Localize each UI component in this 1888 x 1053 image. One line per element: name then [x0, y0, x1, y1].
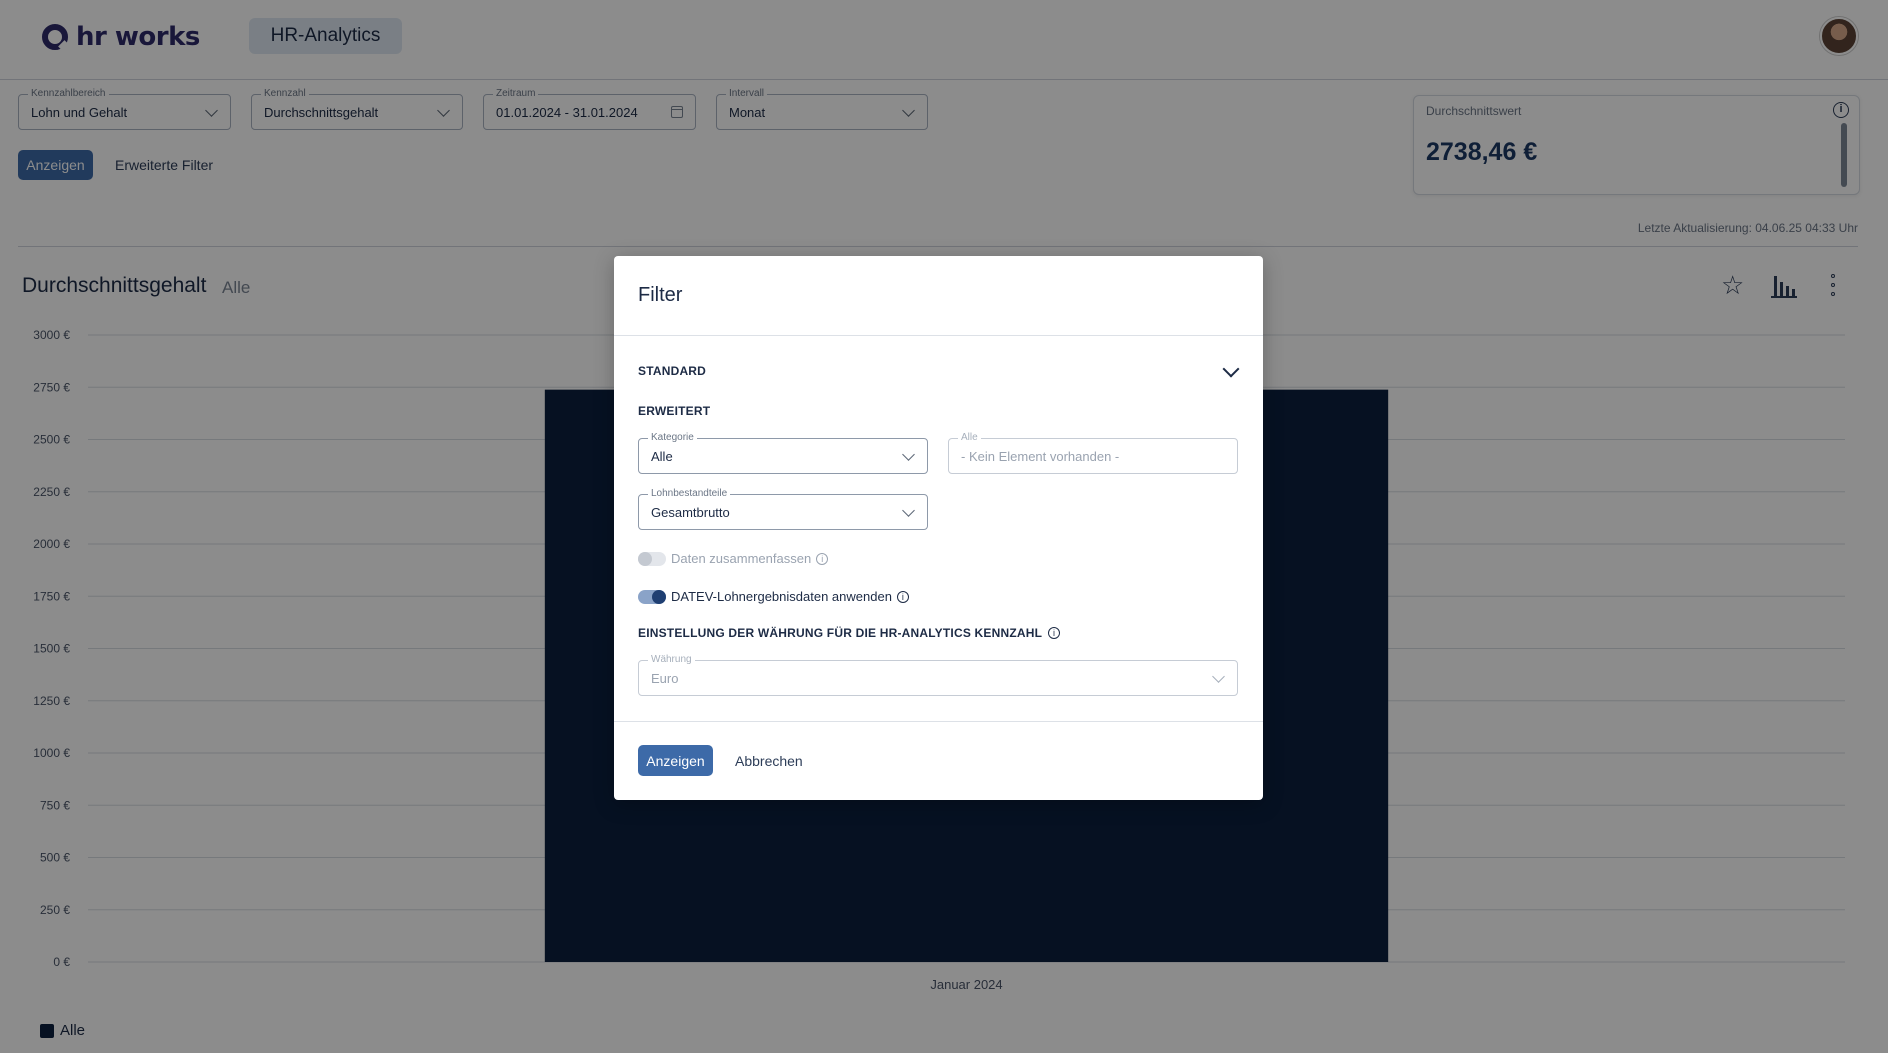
- lohnbestandteile-value: Gesamtbrutto: [651, 505, 730, 520]
- kategorie-value: Alle: [651, 449, 673, 464]
- modal-submit-button[interactable]: Anzeigen: [638, 745, 713, 776]
- kategorie-label: Kategorie: [648, 432, 697, 444]
- extended-section-heading: ERWEITERT: [638, 404, 711, 418]
- zusammenfassen-toggle[interactable]: [638, 552, 666, 566]
- info-icon[interactable]: i: [896, 590, 909, 603]
- currency-heading-row: EINSTELLUNG DER WÄHRUNG FÜR DIE HR-ANALY…: [638, 626, 1061, 640]
- zusammenfassen-label-row: Daten zusammenfassen i: [671, 551, 829, 566]
- info-icon[interactable]: i: [816, 552, 829, 565]
- alle-label: Alle: [958, 432, 981, 444]
- datev-label-row: DATEV-Lohnergebnisdaten anwenden i: [671, 589, 909, 604]
- datev-toggle[interactable]: [638, 590, 666, 604]
- alle-placeholder: - Kein Element vorhanden -: [961, 449, 1120, 464]
- lohnbestandteile-select[interactable]: Lohnbestandteile Gesamtbrutto: [638, 488, 928, 530]
- waehrung-value: Euro: [651, 671, 679, 686]
- chevron-down-icon[interactable]: [1222, 360, 1240, 378]
- zusammenfassen-label: Daten zusammenfassen: [671, 551, 812, 566]
- standard-section-toggle[interactable]: STANDARD: [638, 364, 706, 378]
- chevron-down-icon: [902, 448, 915, 461]
- modal-cancel-button[interactable]: Abbrechen: [735, 753, 803, 769]
- lohnbestandteile-label: Lohnbestandteile: [648, 488, 731, 500]
- chevron-down-icon: [902, 504, 915, 517]
- chevron-down-icon: [1212, 670, 1225, 683]
- modal-divider: [614, 335, 1263, 336]
- filter-modal: Filter STANDARD ERWEITERT Kategorie Alle…: [614, 256, 1263, 800]
- alle-select[interactable]: Alle - Kein Element vorhanden -: [948, 432, 1238, 474]
- modal-title: Filter: [638, 284, 683, 306]
- waehrung-select[interactable]: Währung Euro: [638, 654, 1238, 696]
- kategorie-select[interactable]: Kategorie Alle: [638, 432, 928, 474]
- currency-heading: EINSTELLUNG DER WÄHRUNG FÜR DIE HR-ANALY…: [638, 626, 1043, 640]
- waehrung-label: Währung: [648, 654, 695, 666]
- app-root: hr works HR-Analytics Kennzahlbereich Lo…: [0, 0, 1888, 1053]
- modal-footer-divider: [614, 721, 1263, 722]
- datev-label: DATEV-Lohnergebnisdaten anwenden: [671, 589, 892, 604]
- info-icon[interactable]: i: [1048, 627, 1061, 639]
